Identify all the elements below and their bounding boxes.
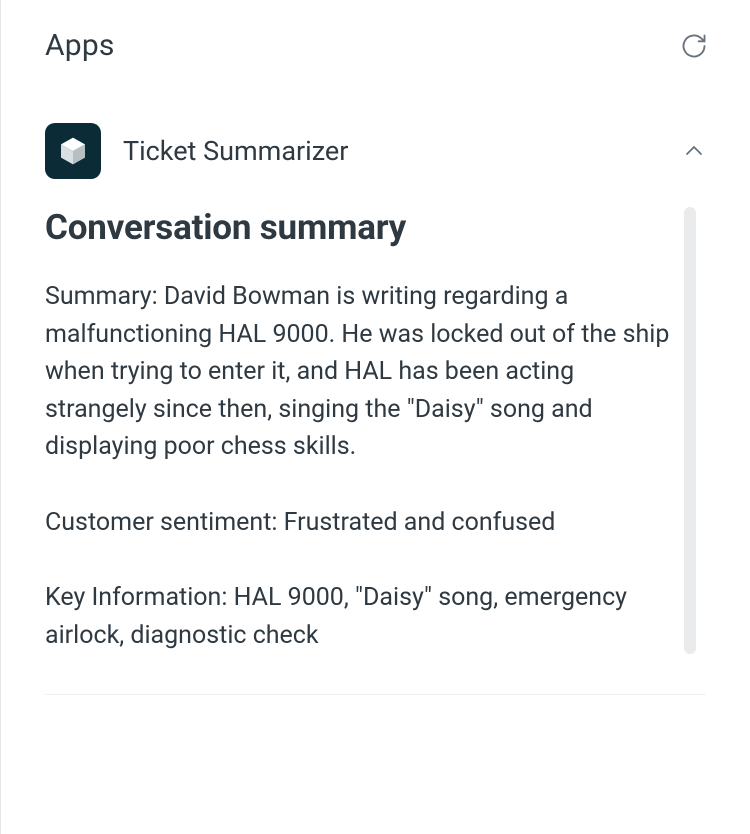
key-info-text: Key Information: HAL 9000, "Daisy" song,… — [45, 579, 678, 654]
summary-heading: Conversation summary — [45, 207, 678, 248]
divider — [45, 694, 706, 695]
panel-header: Apps — [1, 0, 750, 83]
app-header-toggle[interactable]: Ticket Summarizer — [45, 123, 706, 197]
app-header-left: Ticket Summarizer — [45, 123, 348, 179]
summary-container: Conversation summary Summary: David Bowm… — [45, 207, 706, 654]
chevron-up-icon — [682, 139, 706, 163]
app-name: Ticket Summarizer — [123, 135, 348, 167]
app-section: Ticket Summarizer Conversation summary S… — [1, 123, 750, 695]
refresh-button[interactable] — [678, 30, 710, 62]
app-icon-container — [45, 123, 101, 179]
refresh-icon — [680, 32, 708, 60]
cube-icon — [57, 135, 89, 167]
sentiment-text: Customer sentiment: Frustrated and confu… — [45, 504, 678, 542]
apps-panel: Apps Ticket Summarizer — [0, 0, 750, 834]
summary-text: Summary: David Bowman is writing regardi… — [45, 278, 678, 466]
panel-title: Apps — [45, 28, 115, 63]
